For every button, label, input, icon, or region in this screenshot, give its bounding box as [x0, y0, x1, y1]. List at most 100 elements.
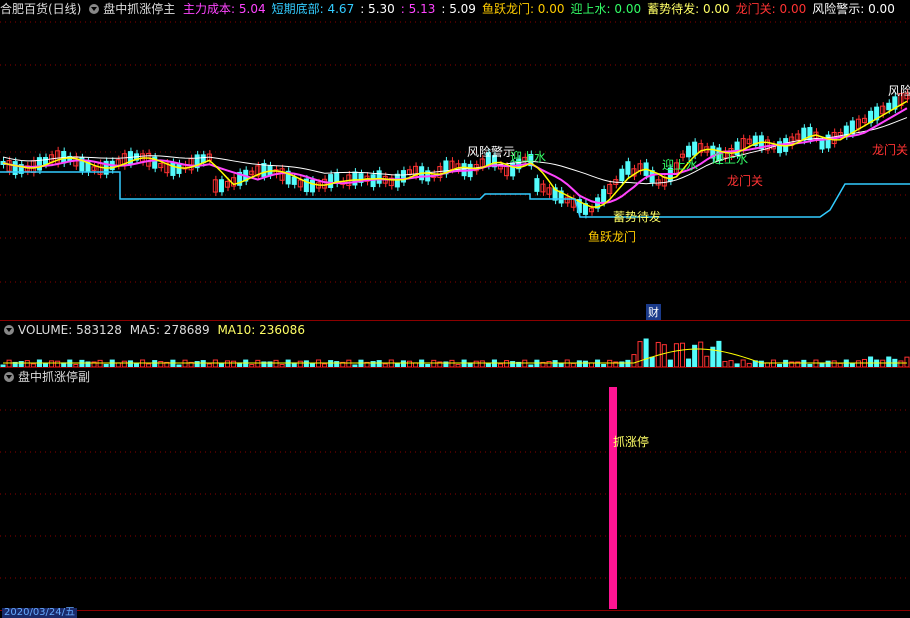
candle-body — [291, 176, 297, 185]
indicator-value-item: : 5.13 — [400, 2, 436, 16]
volume-bar — [491, 359, 497, 367]
volume-bar — [534, 359, 540, 367]
volume-bar — [140, 359, 146, 367]
volume-value: VOLUME: 583128 — [18, 323, 122, 337]
zhuazhangting-bar — [609, 387, 617, 609]
volume-bar — [716, 340, 722, 367]
volume-bar — [649, 356, 655, 367]
signal-xushi: 蓄势待发 — [613, 210, 662, 224]
candle-body — [619, 168, 625, 182]
signal-yingshangshui: 迎上水 — [712, 152, 749, 166]
volume-bar — [182, 359, 188, 367]
volume-bar — [868, 356, 874, 367]
indicator-value-item: : 5.30 — [360, 2, 395, 16]
volume-bar — [522, 359, 528, 367]
sub-indicator-chart[interactable] — [0, 368, 910, 610]
candle-body — [55, 150, 61, 164]
volume-bar — [97, 359, 103, 367]
candle-body — [328, 174, 334, 189]
volume-pane[interactable]: VOLUME: 583128 MA5: 278689 MA10: 236086 — [0, 321, 910, 367]
sub-indicator-pane[interactable]: 盘中抓涨停副 抓涨停 — [0, 368, 910, 610]
volume-bar — [679, 342, 686, 367]
finance-marker[interactable]: 财 — [646, 304, 661, 320]
indicator-name[interactable]: 盘中抓涨停主 — [103, 2, 175, 16]
volume-bar — [564, 359, 570, 367]
volume-bar — [388, 359, 394, 367]
signal-yuyue: 鱼跃龙门 — [588, 230, 637, 244]
volume-bar — [431, 359, 437, 367]
volume-bar — [661, 344, 667, 367]
date-label: 2020/03/24/五 — [2, 607, 78, 618]
signal-longmen: 龙门关 — [872, 143, 909, 157]
candle-body — [819, 140, 825, 150]
volume-bar — [243, 359, 249, 367]
sub-dropdown-icon[interactable] — [4, 372, 14, 382]
candle-body — [218, 179, 224, 193]
volume-ma5: MA5: 278689 — [129, 323, 210, 337]
candle-body — [322, 178, 328, 189]
volume-bar — [255, 359, 261, 367]
indicator-dropdown-icon[interactable] — [89, 4, 100, 14]
volume-bar — [631, 354, 637, 367]
volume-bar — [461, 359, 467, 367]
volume-bar — [770, 359, 777, 367]
candle-body — [886, 102, 892, 111]
volume-bar — [36, 359, 42, 367]
volume-bar — [637, 341, 643, 367]
zhuazhangting-label: 抓涨停 — [613, 435, 650, 449]
sub-header: 盘中抓涨停副 — [0, 368, 94, 386]
candle-body — [692, 141, 698, 156]
volume-bar — [315, 359, 322, 367]
candle-body — [176, 163, 182, 174]
candle-body — [36, 157, 42, 171]
indicator-value-item: 龙门关: 0.00 — [735, 2, 807, 16]
ma-line-white — [2, 117, 908, 185]
candle-body — [504, 165, 510, 177]
volume-bar — [607, 359, 613, 367]
volume-bar — [673, 343, 679, 367]
indicator-value-item: 风险警示: 0.00 — [812, 2, 895, 16]
volume-bar — [843, 359, 849, 367]
volume-bar — [698, 341, 704, 367]
volume-bar — [273, 359, 279, 367]
candle-body — [309, 179, 315, 193]
signal-yingshangshui: 迎上水 — [662, 158, 699, 172]
volume-bar — [79, 359, 85, 367]
volume-bar — [643, 338, 649, 367]
signal-yingshangshui: 迎上水 — [510, 150, 547, 164]
candle-body — [42, 156, 49, 165]
volume-bar — [625, 359, 631, 367]
volume-bar — [686, 358, 692, 367]
volume-bar — [109, 359, 115, 367]
volume-header: VOLUME: 583128 MA5: 278689 MA10: 236086 — [0, 321, 309, 339]
main-chart-pane[interactable]: 合肥百货(日线) 盘中抓涨停主 主力成本: 5.04 短期底部: 4.67 : 5.… — [0, 0, 910, 320]
main-header: 合肥百货(日线) 盘中抓涨停主 主力成本: 5.04 短期底部: 4.67 : 5.… — [0, 0, 905, 18]
candlestick-chart[interactable] — [0, 0, 910, 320]
candle-body — [601, 189, 607, 203]
signal-longmen: 龙门关 — [727, 174, 764, 188]
volume-bar — [285, 359, 291, 367]
sub-indicator-name[interactable]: 盘中抓涨停副 — [18, 370, 90, 384]
indicator-value-item: 主力成本: 5.04 — [183, 2, 266, 16]
indicator-values: 主力成本: 5.04 短期底部: 4.67: 5.30: 5.13: 5.09 鱼跃… — [183, 2, 901, 16]
volume-bar — [904, 356, 910, 367]
volume-bar — [874, 359, 880, 367]
volume-bar — [783, 359, 789, 367]
volume-ma10: MA10: 236086 — [217, 323, 305, 337]
volume-bar — [880, 359, 886, 367]
indicator-value-item: 短期底部: 4.67 — [271, 2, 355, 16]
volume-bar — [801, 359, 807, 367]
volume-bar — [170, 359, 176, 367]
volume-bar — [704, 355, 710, 367]
volume-bar — [813, 359, 819, 367]
volume-bar — [886, 356, 892, 367]
volume-bar — [740, 359, 746, 367]
indicator-value-item: 蓄势待发: 0.00 — [647, 2, 730, 16]
volume-dropdown-icon[interactable] — [4, 325, 14, 335]
indicator-value-item: : 5.09 — [441, 2, 476, 16]
stock-name: 合肥百货(日线) — [0, 2, 82, 16]
volume-bar — [212, 359, 218, 367]
indicator-value-item: 迎上水: 0.00 — [570, 2, 642, 16]
volume-bar — [595, 359, 601, 367]
candle-body — [170, 161, 176, 176]
